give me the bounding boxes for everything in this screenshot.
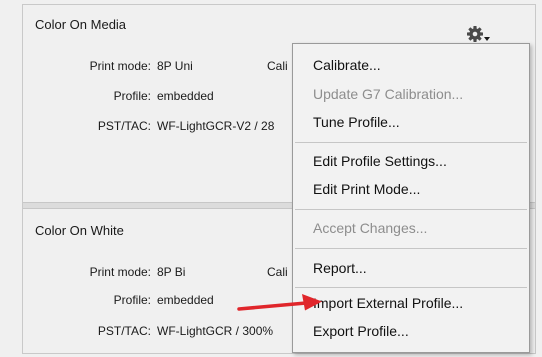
profile-value: embedded (157, 89, 214, 103)
print-mode-label: Print mode: (89, 265, 151, 279)
profile-label: Profile: (113, 89, 151, 103)
section-title: Color On White (35, 223, 124, 238)
menu-item-export-profile[interactable]: Export Profile... (293, 317, 529, 345)
menu-separator (295, 142, 527, 143)
pst-tac-value: WF-LightGCR / 300% (157, 324, 274, 338)
menu-item-edit-profile-settings[interactable]: Edit Profile Settings... (293, 147, 529, 175)
calibration-label: Cali (267, 265, 288, 279)
pst-tac-value: WF-LightGCR-V2 / 28 (157, 119, 275, 133)
calibration-label: Cali (267, 59, 288, 73)
menu-item-edit-print-mode[interactable]: Edit Print Mode... (293, 175, 529, 203)
menu-item-update-g7-calibration: Update G7 Calibration... (313, 86, 464, 102)
print-mode-label: Print mode: (89, 59, 151, 73)
gear-icon (467, 26, 490, 42)
pst-tac-label: PST/TAC: (97, 119, 151, 133)
menu-separator (295, 248, 527, 249)
red-arrow-icon (237, 294, 322, 311)
menu-separator (295, 209, 527, 210)
pst-tac-label: PST/TAC: (97, 324, 151, 338)
chevron-down-icon (484, 37, 490, 41)
menu-item-calibrate[interactable]: Calibrate... (293, 51, 529, 79)
profile-value: embedded (157, 293, 214, 307)
profile-label: Profile: (113, 293, 151, 307)
menu-item-tune-profile[interactable]: Tune Profile... (293, 108, 529, 136)
print-mode-value: 8P Bi (157, 265, 186, 279)
menu-item-report[interactable]: Report... (293, 254, 529, 282)
menu-item-import-external-profile[interactable]: Import External Profile... (293, 289, 529, 317)
menu-separator (295, 287, 527, 288)
settings-context-menu: Calibrate... Update G7 Calibration... Tu… (292, 43, 530, 353)
print-mode-value: 8P Uni (157, 59, 193, 73)
menu-item-accept-changes: Accept Changes... (313, 220, 428, 236)
section-title: Color On Media (35, 17, 127, 32)
